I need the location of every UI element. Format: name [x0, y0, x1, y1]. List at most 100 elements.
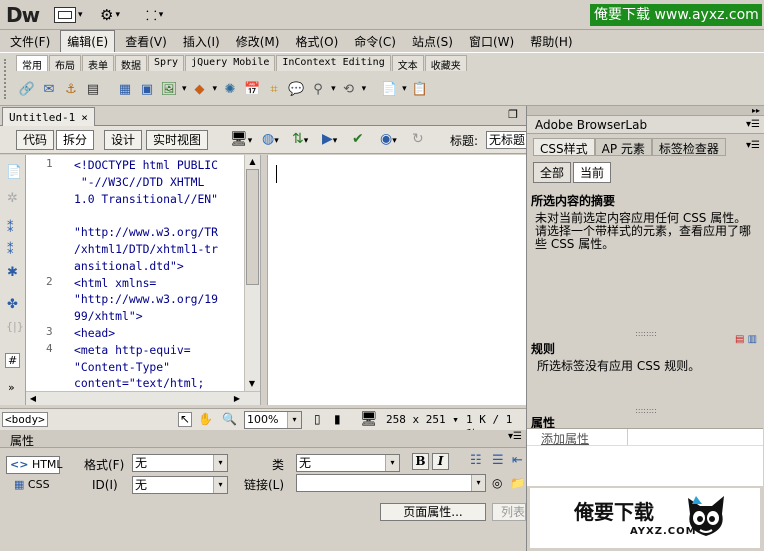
open-documents-icon[interactable]: 📄 — [6, 165, 22, 180]
hr-icon[interactable]: ▤ — [84, 80, 102, 98]
file-manage-icon[interactable]: ⇅▾ — [292, 131, 308, 147]
widget-icon[interactable]: ✺ — [221, 80, 239, 98]
browser-preview-icon[interactable]: ◍▾ — [262, 131, 279, 147]
validate-icon[interactable]: ▶▾ — [322, 131, 337, 147]
refresh-icon[interactable]: ↻ — [412, 131, 424, 147]
media-icon[interactable]: ◆ — [191, 80, 209, 98]
menu-item[interactable]: 站点(S) — [406, 31, 459, 52]
view-button[interactable]: 拆分 — [56, 130, 95, 150]
tag-chooser-icon[interactable]: 📋 — [411, 80, 429, 98]
expand-all-icon[interactable]: ✱ — [7, 265, 18, 280]
image-icon[interactable]: 🖼 — [160, 80, 178, 98]
insert-tab[interactable]: 文本 — [391, 55, 424, 72]
page-properties-button[interactable]: 页面属性... — [380, 503, 486, 521]
html-mode-button[interactable]: <> HTML — [6, 456, 63, 474]
insert-tab[interactable]: 数据 — [115, 55, 147, 72]
code-text[interactable]: <!DOCTYPE html PUBLIC "-//W3C//DTD XHTML… — [74, 157, 248, 392]
css-mode-button[interactable]: 全部 — [533, 162, 572, 183]
show-code-navigator-icon[interactable]: ✲ — [7, 191, 18, 206]
css-mode-button[interactable]: 当前 — [573, 162, 612, 183]
panel-menu-icon[interactable]: ▾☰ — [746, 140, 760, 151]
div-icon[interactable]: ▣ — [138, 80, 156, 98]
balance-braces-icon[interactable]: {|} — [6, 320, 24, 333]
insert-tab[interactable]: 收藏夹 — [424, 55, 467, 72]
comment-icon[interactable]: 💬 — [287, 80, 305, 98]
tablet-size-icon[interactable]: ▮ — [334, 412, 341, 426]
italic-button[interactable]: I — [432, 453, 449, 470]
code-vertical-scrollbar[interactable]: ▲ ▼ — [244, 155, 260, 391]
head-icon[interactable]: ⚲ — [309, 80, 327, 98]
format-select[interactable]: 无 ▾ — [132, 454, 228, 472]
list-item-button[interactable]: 列表 — [492, 503, 526, 521]
menu-item[interactable]: 帮助(H) — [524, 31, 578, 52]
menu-item[interactable]: 修改(M) — [230, 31, 286, 52]
anchor-icon[interactable]: ⚓ — [62, 80, 80, 98]
insert-tab[interactable]: 常用 — [16, 55, 48, 72]
panel-menu-icon[interactable]: ▾☰ — [508, 431, 522, 442]
table-icon[interactable]: ▦ — [116, 80, 134, 98]
ordered-list-icon[interactable]: ☰ — [492, 453, 504, 468]
css-panel-tab[interactable]: 标签检查器 — [651, 138, 726, 156]
menu-item[interactable]: 插入(I) — [177, 31, 226, 52]
insert-tab[interactable]: InContext Editing — [276, 55, 391, 71]
script-icon[interactable]: ⟲ — [340, 80, 358, 98]
hand-icon[interactable]: ✋ — [198, 412, 213, 426]
collapse-tag-icon[interactable]: ⁑ — [7, 221, 14, 236]
gear-icon[interactable]: ⚙ ▾ — [100, 6, 120, 24]
design-view[interactable] — [268, 155, 526, 405]
desktop-size-icon[interactable]: 🖥 — [360, 411, 378, 427]
collapse-selection-icon[interactable]: ⁑ — [7, 243, 14, 258]
id-select[interactable]: 无 ▾ — [132, 476, 228, 494]
mobile-size-icon[interactable]: ▯ — [314, 412, 321, 426]
view-button[interactable]: 代码 — [16, 130, 55, 150]
splitter-grip[interactable]: :::::::: — [527, 406, 764, 415]
point-to-file-icon[interactable]: ◎ — [492, 476, 502, 490]
rule-view-icon[interactable]: ▤ ▥ — [735, 334, 757, 345]
menu-item[interactable]: 文件(F) — [4, 31, 56, 52]
window-size[interactable]: 258 x 251 ▾ — [386, 413, 459, 426]
css-mode-button[interactable]: ▦ CSS — [14, 478, 50, 491]
hyperlink-icon[interactable]: 🔗 — [18, 80, 36, 98]
templates-icon[interactable]: 📄 — [380, 80, 398, 98]
splitter-grip[interactable]: :::::::: — [527, 329, 764, 339]
insert-tab[interactable]: 布局 — [49, 55, 81, 72]
browse-folder-icon[interactable]: 📁 — [510, 476, 525, 490]
menu-item[interactable]: 查看(V) — [119, 31, 173, 52]
close-icon[interactable]: × — [81, 111, 88, 124]
view-button[interactable]: 设计 — [104, 130, 143, 150]
visual-aids-icon[interactable]: ◉▾ — [380, 131, 397, 147]
document-tab[interactable]: Untitled-1 × — [2, 107, 95, 126]
outdent-icon[interactable]: ⇤ — [512, 453, 523, 468]
check-page-icon[interactable]: ✔ — [352, 131, 364, 147]
code-horizontal-scrollbar[interactable]: ◀ ▶ — [26, 391, 260, 405]
panel-collapse-icon[interactable]: ▸▸ — [527, 106, 764, 116]
css-panel-tab[interactable]: AP 元素 — [594, 138, 652, 156]
date-icon[interactable]: 📅 — [243, 80, 261, 98]
menu-item[interactable]: 窗口(W) — [463, 31, 520, 52]
select-parent-tag-icon[interactable]: ✤ — [7, 297, 18, 312]
bold-button[interactable]: B — [412, 453, 429, 470]
more-tools-icon[interactable]: » — [8, 381, 15, 394]
email-link-icon[interactable]: ✉ — [40, 80, 58, 98]
tag-selector[interactable]: <body> — [2, 412, 48, 427]
layout-switcher[interactable]: ▾ — [54, 6, 83, 24]
title-input[interactable]: 无标题 — [486, 131, 526, 149]
menu-item[interactable]: 编辑(E) — [60, 29, 116, 53]
view-button[interactable]: 实时视图 — [146, 130, 209, 150]
pointer-icon[interactable]: ↖ — [178, 412, 192, 427]
line-numbers-icon[interactable]: # — [5, 353, 21, 368]
browserlab-panel-header[interactable]: Adobe BrowserLab ▾☰ — [527, 116, 764, 134]
split-divider[interactable] — [260, 155, 268, 405]
site-icon[interactable]: ⸬ ▾ — [146, 6, 163, 24]
unordered-list-icon[interactable]: ☷ — [470, 453, 482, 468]
zoom-select[interactable]: 100% ▾ — [244, 411, 302, 429]
panel-menu-icon[interactable]: ▾☰ — [746, 116, 760, 134]
restore-icon[interactable]: ❐ — [508, 108, 518, 121]
server-include-icon[interactable]: ⌗ — [265, 80, 283, 98]
multiscreen-icon[interactable]: 🖥▾ — [230, 131, 252, 147]
insert-tab[interactable]: Spry — [148, 55, 185, 71]
class-select[interactable]: 无 ▾ — [296, 454, 400, 472]
insert-tab[interactable]: 表单 — [82, 55, 114, 72]
insert-tab[interactable]: jQuery Mobile — [185, 55, 276, 71]
menu-item[interactable]: 格式(O) — [289, 31, 344, 52]
